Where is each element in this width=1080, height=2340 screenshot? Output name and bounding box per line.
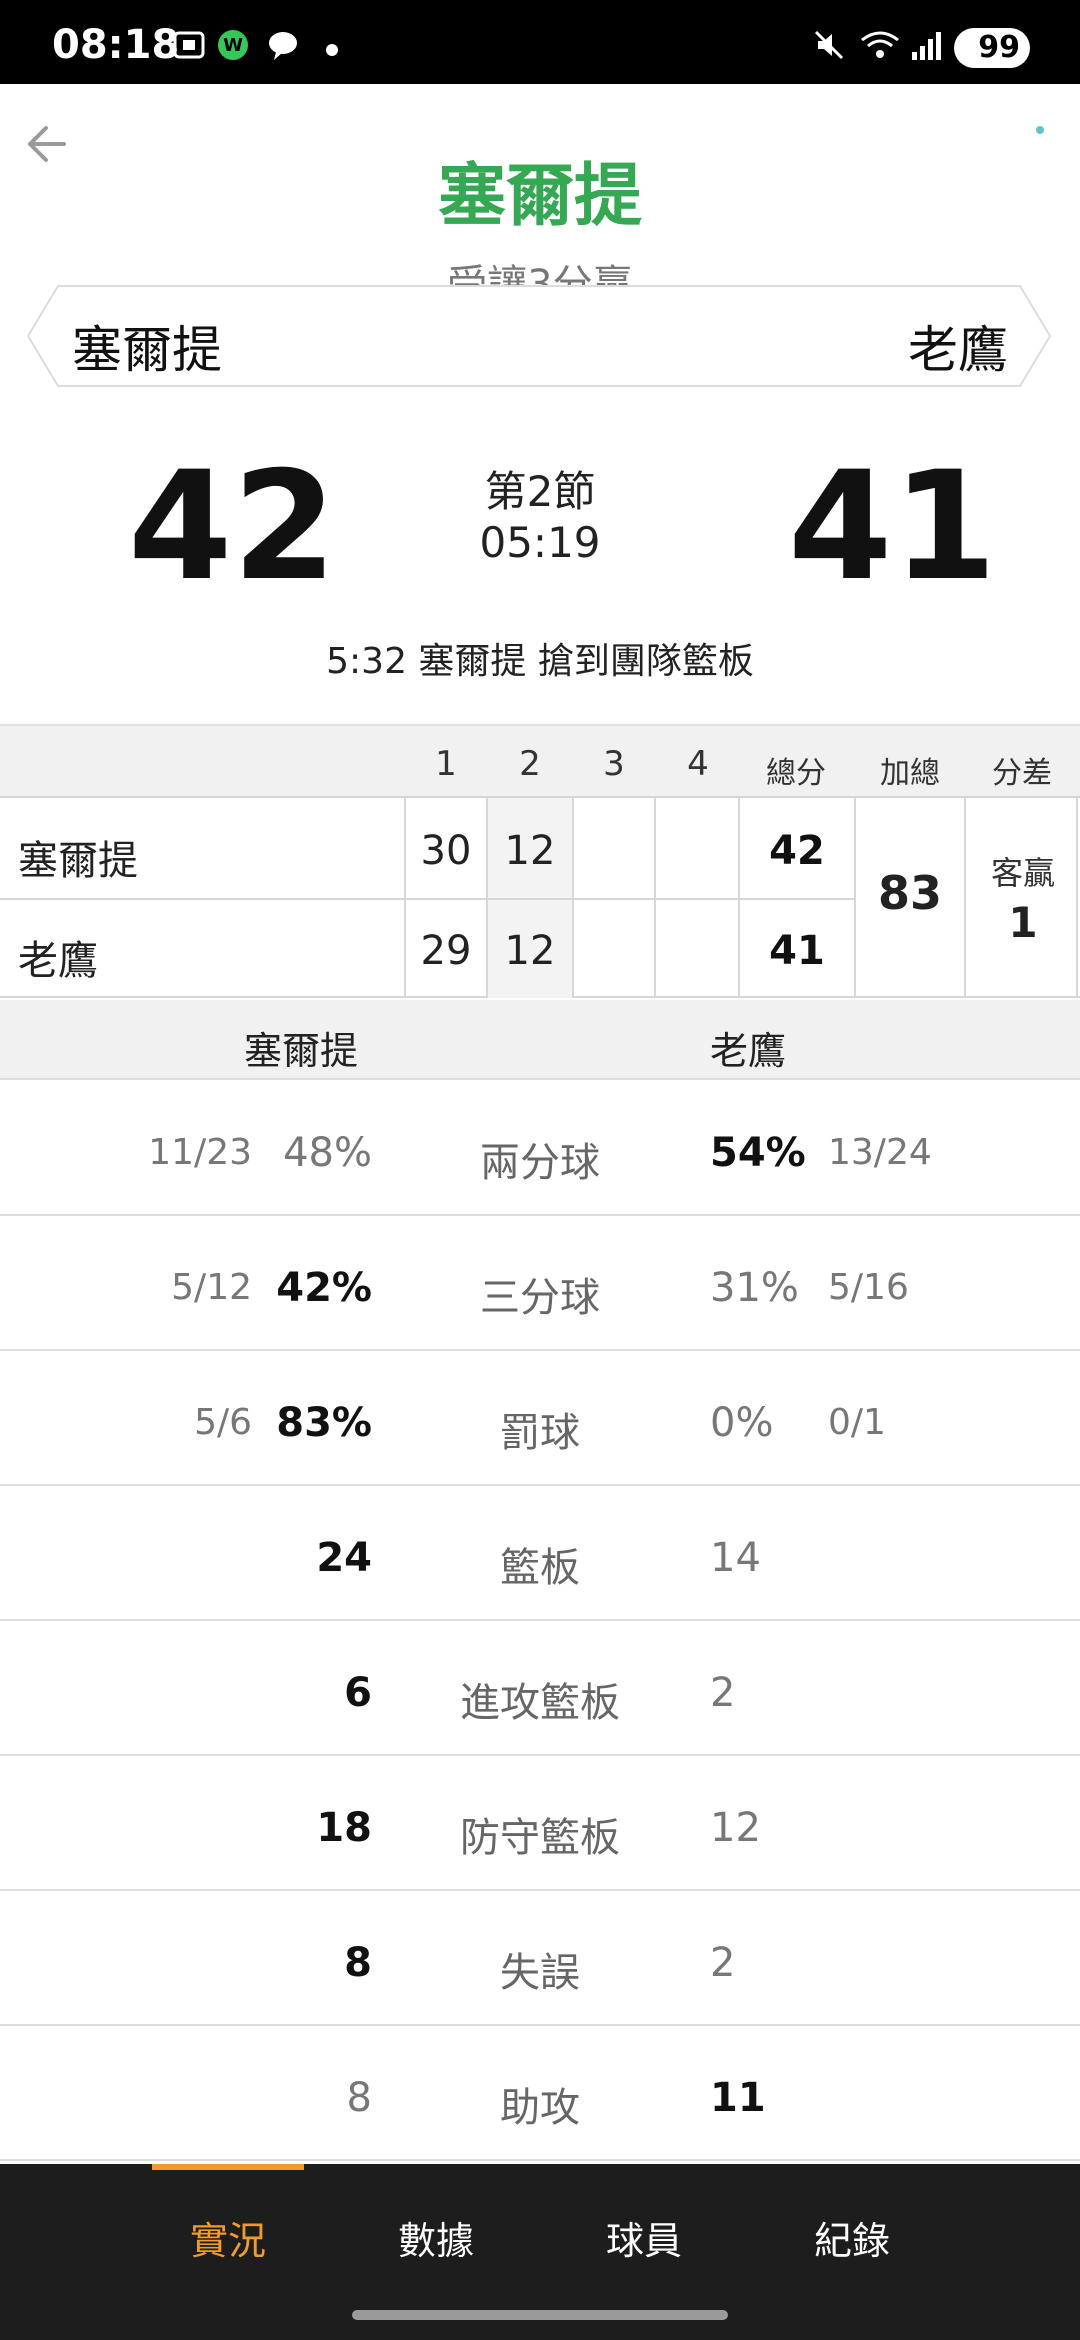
stat-label: 失誤	[500, 1950, 580, 1996]
home-total: 42	[769, 828, 825, 874]
system-nav-area	[0, 2298, 1080, 2340]
notification-dot-icon	[326, 44, 338, 56]
stat-row: 18 防守籃板 12	[0, 1757, 1080, 1891]
home-indicator[interactable]	[352, 2310, 728, 2320]
row-divider	[0, 898, 856, 900]
home-fraction: 11/23	[148, 1132, 252, 1173]
away-q1: 29	[420, 928, 472, 974]
stats-header: 塞爾提 老鷹	[0, 1000, 1080, 1080]
stat-label: 進攻籃板	[460, 1680, 620, 1726]
bottom-tab-bar: 實況 數據 球員 紀錄	[0, 2164, 1080, 2298]
stat-row: 5/12 42% 三分球 31% 5/16	[0, 1217, 1080, 1351]
stat-row: 8 失誤 2	[0, 1892, 1080, 2026]
away-q2: 12	[504, 928, 556, 974]
stat-label: 兩分球	[480, 1140, 600, 1186]
home-value: 83%	[276, 1400, 372, 1446]
tab-records[interactable]: 紀錄	[782, 2210, 922, 2265]
total-header: 總分	[766, 756, 826, 791]
quarter-header-2: 2	[519, 744, 541, 784]
sum-header: 加總	[880, 756, 940, 791]
away-fraction: 13/24	[828, 1132, 932, 1173]
corner-indicator	[1036, 126, 1044, 134]
signal-icon	[912, 32, 941, 60]
stat-row: 6 進攻籃板 2	[0, 1622, 1080, 1756]
tab-live[interactable]: 實況	[158, 2210, 298, 2265]
quarter-header-3: 3	[603, 744, 625, 784]
home-fraction: 5/6	[194, 1402, 252, 1443]
home-q1: 30	[420, 828, 472, 874]
webtoon-icon: W	[218, 30, 248, 60]
tab-players[interactable]: 球員	[574, 2210, 714, 2265]
diff-label: 客贏	[990, 854, 1055, 892]
away-fraction: 5/16	[828, 1267, 909, 1308]
game-period: 第2節	[484, 467, 596, 516]
home-score: 42	[128, 440, 337, 614]
combined-score: 83	[877, 866, 942, 920]
screenshot-icon	[173, 31, 205, 59]
stat-row: 5/6 83% 罰球 0% 0/1	[0, 1352, 1080, 1486]
tab-stats[interactable]: 數據	[366, 2210, 506, 2265]
diff-value: 1	[1008, 898, 1038, 947]
battery-badge: 99	[954, 28, 1030, 68]
svg-text:W: W	[223, 35, 243, 56]
home-team-name[interactable]: 塞爾提	[72, 310, 222, 382]
quarter-header-4: 4	[687, 744, 709, 784]
home-fraction: 5/12	[171, 1267, 252, 1308]
quarter-row-away-team: 老鷹	[18, 938, 98, 984]
home-q2: 12	[504, 828, 556, 874]
stats-home-team: 塞爾提	[244, 1029, 359, 1073]
away-value: 2	[710, 1940, 736, 1986]
home-value: 6	[344, 1670, 372, 1716]
away-total: 41	[769, 928, 825, 974]
away-value: 14	[710, 1535, 761, 1581]
home-value: 48%	[283, 1130, 372, 1176]
active-tab-indicator	[152, 2164, 304, 2170]
away-value: 11	[710, 2075, 766, 2121]
quarter-table-header: 1 2 3 4 總分 加總 分差	[0, 724, 1080, 796]
away-team-name[interactable]: 老鷹	[908, 310, 1008, 382]
home-value: 8	[346, 2075, 372, 2121]
away-value: 31%	[710, 1265, 799, 1311]
away-value: 2	[710, 1670, 736, 1716]
stat-row: 11/23 48% 兩分球 54% 13/24	[0, 1082, 1080, 1216]
quarter-header-1: 1	[435, 744, 457, 784]
mute-icon	[814, 30, 844, 60]
chat-icon	[269, 32, 297, 60]
column-divider	[572, 798, 574, 998]
stat-row: 8 助攻 11	[0, 2027, 1080, 2161]
away-fraction: 0/1	[828, 1402, 886, 1443]
home-value: 18	[316, 1805, 372, 1851]
stat-label: 防守籃板	[460, 1815, 620, 1861]
game-clock: 05:19	[479, 518, 601, 567]
stats-away-team: 老鷹	[710, 1029, 787, 1073]
quarter-table: 塞爾提 30 12 42 老鷹 29 12 41 83 客贏 1	[0, 796, 1080, 998]
diff-header: 分差	[992, 756, 1052, 791]
column-divider	[654, 798, 656, 998]
stat-label: 罰球	[500, 1410, 580, 1456]
away-value: 12	[710, 1805, 761, 1851]
stat-label: 籃板	[500, 1545, 580, 1591]
home-value: 42%	[276, 1265, 372, 1311]
status-time: 08:18	[52, 22, 180, 68]
home-value: 8	[344, 1940, 372, 1986]
away-value: 54%	[710, 1130, 806, 1176]
wifi-icon	[861, 31, 899, 58]
page-title: 塞爾提	[437, 157, 642, 236]
away-value: 0%	[710, 1400, 774, 1446]
away-score: 41	[788, 440, 997, 614]
home-value: 24	[316, 1535, 372, 1581]
last-play-text: 5:32 塞爾提 搶到團隊籃板	[326, 641, 754, 682]
stat-label: 助攻	[500, 2085, 580, 2131]
status-bar: 08:18 W 99	[0, 0, 1080, 84]
quarter-row-home-team: 塞爾提	[18, 838, 138, 884]
column-divider	[854, 798, 856, 998]
stat-row: 24 籃板 14	[0, 1487, 1080, 1621]
stat-label: 三分球	[480, 1275, 600, 1321]
